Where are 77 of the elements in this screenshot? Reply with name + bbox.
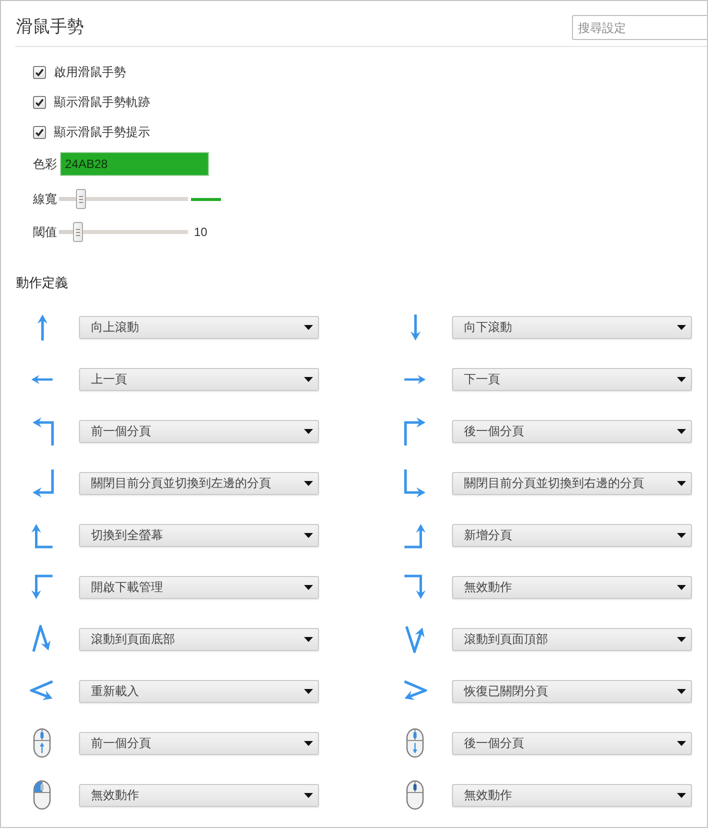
caret-icon [304, 324, 313, 330]
bent-arrow-icon [404, 416, 426, 446]
caret-icon [677, 740, 686, 746]
down-arrow-icon [408, 312, 422, 342]
action-dropdown[interactable]: 滾動到頁面頂部 [452, 628, 692, 650]
action-dropdown[interactable]: 上一頁 [79, 368, 319, 390]
zigzag-arrow-icon [32, 625, 52, 653]
action-dropdown[interactable]: 後一個分頁 [452, 420, 692, 442]
action-dropdown[interactable]: 無效動作 [452, 576, 692, 598]
caret-icon [304, 636, 313, 642]
color-field[interactable]: 24AB28 [60, 152, 209, 176]
slider-label: 線寬 [33, 190, 57, 208]
caret-icon [677, 792, 686, 798]
bent-arrow-icon [30, 574, 54, 600]
checkbox-label: 顯示滑鼠手勢軌跡 [54, 94, 150, 110]
caret-icon [304, 376, 313, 382]
action-dropdown[interactable]: 關閉目前分頁並切換到左邊的分頁 [79, 472, 319, 494]
section-title: 動作定義 [16, 275, 68, 291]
caret-icon [677, 532, 686, 538]
slider-label: 閾值 [33, 224, 57, 240]
slider-value: 10 [194, 225, 208, 239]
action-dropdown[interactable]: 前一個分頁 [79, 420, 319, 442]
caret-icon [304, 792, 313, 798]
caret-icon [304, 740, 313, 746]
left-arrow-icon [30, 372, 54, 386]
zigzag-arrow-icon [404, 625, 426, 653]
bent-arrow-icon [403, 522, 427, 548]
action-dropdown[interactable]: 開啟下載管理 [79, 576, 319, 598]
action-dropdown[interactable]: 切換到全螢幕 [79, 524, 319, 546]
checkbox[interactable] [33, 126, 46, 138]
action-dropdown[interactable]: 關閉目前分頁並切換到右邊的分頁 [452, 472, 692, 494]
bent-arrow-icon [30, 416, 54, 446]
caret-icon [677, 428, 686, 434]
mouse-scroll-up-icon [33, 728, 51, 758]
caret-icon [677, 324, 686, 330]
caret-icon [677, 376, 686, 382]
bent-arrow-icon [404, 468, 426, 498]
slider-thumb[interactable] [76, 189, 86, 209]
caret-icon [677, 584, 686, 590]
caret-icon [304, 584, 313, 590]
chevron-arrow-icon [403, 680, 427, 702]
chevron-arrow-icon [30, 680, 54, 702]
caret-icon [304, 688, 313, 694]
action-dropdown[interactable]: 滾動到頁面底部 [79, 628, 319, 650]
action-dropdown[interactable]: 向下滾動 [452, 316, 692, 338]
caret-icon [677, 480, 686, 486]
mouse-wheel-icon [406, 780, 424, 810]
caret-icon [677, 636, 686, 642]
search-field[interactable]: 搜尋設定 [572, 15, 707, 40]
page-title: 滑鼠手勢 [15, 16, 84, 38]
mouse-left-button-icon [33, 780, 51, 810]
checkbox-label: 顯示滑鼠手勢提示 [54, 124, 150, 140]
right-arrow-icon [403, 372, 427, 386]
bent-arrow-icon [403, 574, 427, 600]
mouse-scroll-down-icon [406, 728, 424, 758]
action-dropdown[interactable]: 無效動作 [452, 784, 692, 806]
action-dropdown[interactable]: 重新載入 [79, 680, 319, 702]
caret-icon [304, 532, 313, 538]
checkbox[interactable] [33, 96, 46, 108]
slider-thumb[interactable] [73, 222, 84, 242]
action-dropdown[interactable]: 無效動作 [79, 784, 319, 806]
bent-arrow-icon [30, 468, 54, 498]
action-dropdown[interactable]: 向上滾動 [79, 316, 319, 338]
action-dropdown[interactable]: 後一個分頁 [452, 732, 692, 754]
up-arrow-icon [36, 312, 48, 342]
action-dropdown[interactable]: 下一頁 [452, 368, 692, 390]
checkbox-label: 啟用滑鼠手勢 [54, 64, 126, 80]
action-dropdown[interactable]: 恢復已關閉分頁 [452, 680, 692, 702]
bent-arrow-icon [30, 522, 54, 548]
caret-icon [304, 428, 313, 434]
caret-icon [677, 688, 686, 694]
caret-icon [304, 480, 313, 486]
action-dropdown[interactable]: 新增分頁 [452, 524, 692, 546]
color-label: 色彩 [33, 156, 57, 172]
line-preview [191, 198, 221, 200]
action-dropdown[interactable]: 前一個分頁 [79, 732, 319, 754]
checkbox[interactable] [33, 66, 46, 78]
